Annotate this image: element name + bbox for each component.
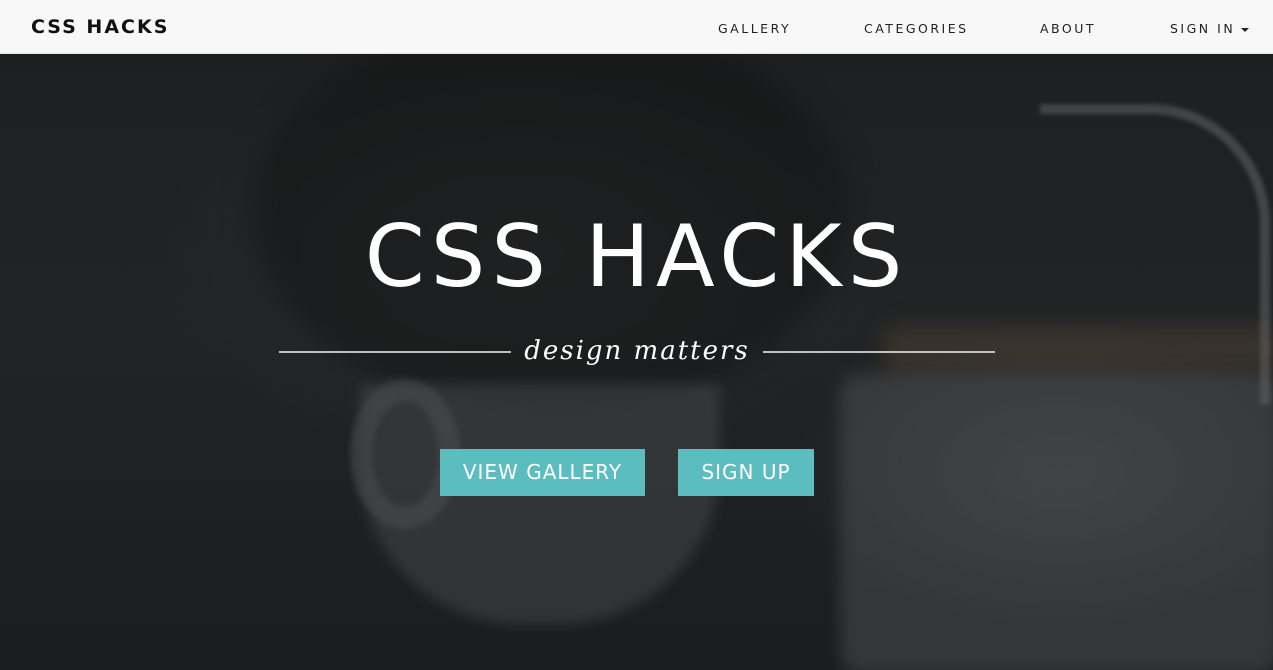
- hero-title: CSS HACKS: [364, 207, 909, 307]
- sign-in-label: SIGN IN: [1170, 21, 1236, 36]
- nav-item-sign-in-dropdown[interactable]: SIGN IN: [1170, 21, 1250, 36]
- view-gallery-button[interactable]: VIEW GALLERY: [440, 449, 645, 496]
- tagline-row: design matters: [279, 336, 995, 366]
- sign-up-button[interactable]: SIGN UP: [678, 449, 814, 496]
- top-navbar: CSS HACKS GALLERY CATEGORIES ABOUT SIGN …: [0, 0, 1273, 54]
- hero-section: CSS HACKS design matters VIEW GALLERY SI…: [0, 54, 1273, 670]
- brand-logo-link[interactable]: CSS HACKS: [31, 16, 169, 38]
- nav-item-about[interactable]: ABOUT: [1040, 21, 1096, 36]
- nav-item-gallery[interactable]: GALLERY: [718, 21, 791, 36]
- tagline-divider-left: [279, 351, 511, 353]
- hero-tagline: design matters: [524, 336, 750, 366]
- caret-down-icon: [1241, 27, 1250, 32]
- tagline-divider-right: [763, 351, 995, 353]
- nav-item-categories[interactable]: CATEGORIES: [864, 21, 969, 36]
